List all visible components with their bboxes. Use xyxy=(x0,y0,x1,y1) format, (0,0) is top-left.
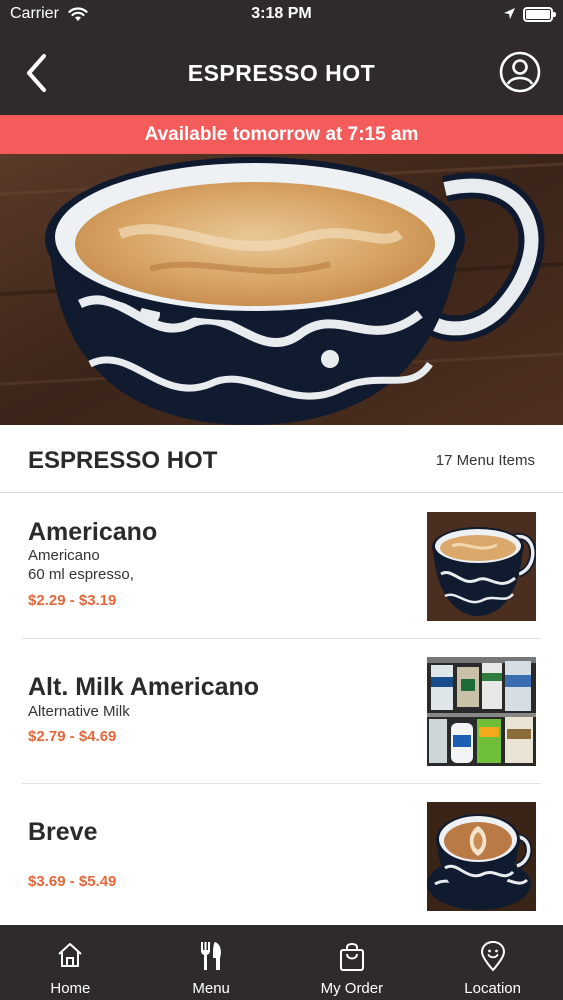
section-title: ESPRESSO HOT xyxy=(28,447,218,474)
tab-label: Menu xyxy=(192,980,230,997)
back-button[interactable] xyxy=(18,48,62,98)
user-circle-icon xyxy=(499,51,541,93)
tab-my-order[interactable]: My Order xyxy=(282,925,423,1000)
tab-location[interactable]: Location xyxy=(422,925,563,1000)
availability-banner: Available tomorrow at 7:15 am xyxy=(0,115,563,154)
location-arrow-icon xyxy=(504,8,515,19)
menu-item-breve[interactable]: Breve $3.69 - $5.49 xyxy=(0,784,563,929)
item-count: 17 Menu Items xyxy=(435,452,535,469)
status-time: 3:18 PM xyxy=(251,5,312,22)
item-name: Breve xyxy=(28,818,98,846)
chevron-left-icon xyxy=(27,54,46,92)
tab-label: My Order xyxy=(320,980,384,997)
page-title: ESPRESSO HOT xyxy=(187,60,376,86)
item-price: $2.79 - $4.69 xyxy=(28,728,117,745)
item-price: $3.69 - $5.49 xyxy=(28,873,117,890)
item-description: Alternative Milk xyxy=(28,703,130,720)
battery-icon xyxy=(523,7,556,22)
tab-bar: Home Menu My Order Location xyxy=(0,925,563,1000)
tab-label: Location xyxy=(464,980,521,997)
item-thumbnail xyxy=(427,802,536,911)
home-icon xyxy=(58,943,83,967)
item-thumbnail xyxy=(427,512,536,621)
status-bar: Carrier 3:18 PM xyxy=(0,0,563,30)
location-pin-icon xyxy=(480,940,505,972)
profile-button[interactable] xyxy=(498,50,542,94)
nav-bar: ESPRESSO HOT xyxy=(0,30,563,115)
menu-item-americano[interactable]: Americano Americano 60 ml espresso, $2.2… xyxy=(0,494,563,639)
fork-knife-icon xyxy=(201,942,222,970)
item-name: Americano xyxy=(28,518,158,546)
tab-home[interactable]: Home xyxy=(0,925,141,1000)
item-description: 60 ml espresso, xyxy=(28,566,134,583)
item-description: Americano xyxy=(28,547,100,564)
tab-menu[interactable]: Menu xyxy=(141,925,282,1000)
section-header: ESPRESSO HOT 17 Menu Items xyxy=(0,425,563,493)
tab-label: Home xyxy=(50,980,91,997)
menu-item-alt-milk-americano[interactable]: Alt. Milk Americano Alternative Milk $2.… xyxy=(0,639,563,784)
shopping-bag-icon xyxy=(339,943,364,971)
item-thumbnail xyxy=(427,657,536,766)
hero-image xyxy=(0,154,563,425)
item-name: Alt. Milk Americano xyxy=(28,673,260,701)
item-price: $2.29 - $3.19 xyxy=(28,592,117,609)
